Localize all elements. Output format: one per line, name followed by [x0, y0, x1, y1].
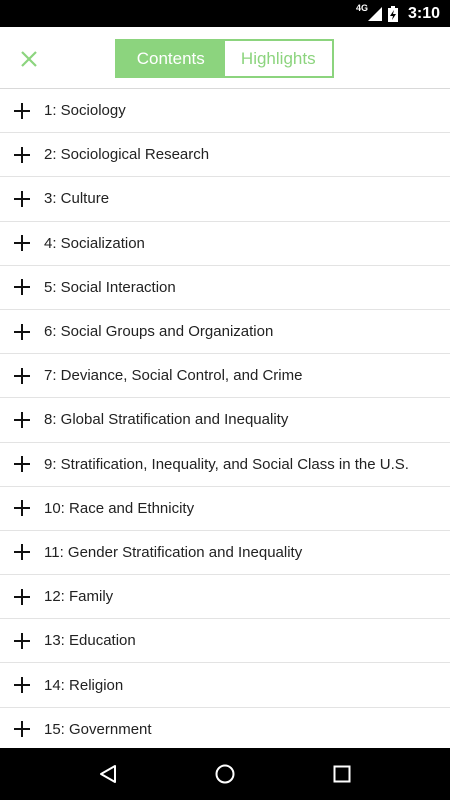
header: Contents Highlights [0, 27, 450, 89]
tab-contents[interactable]: Contents [117, 41, 225, 76]
chapter-row[interactable]: 8: Global Stratification and Inequality [0, 398, 450, 443]
recents-button[interactable] [322, 754, 362, 794]
tab-highlights[interactable]: Highlights [224, 41, 332, 76]
chapter-label: 1: Sociology [44, 102, 126, 120]
clock: 3:10 [407, 4, 440, 22]
back-button[interactable] [88, 754, 128, 794]
view-switcher: Contents Highlights [115, 39, 334, 78]
chapter-row[interactable]: 2: Sociological Research [0, 133, 450, 178]
chapter-row[interactable]: 10: Race and Ethnicity [0, 487, 450, 531]
chapter-label: 12: Family [44, 588, 114, 606]
plus-icon[interactable] [0, 543, 44, 561]
plus-icon[interactable] [0, 676, 44, 694]
plus-icon[interactable] [0, 720, 44, 738]
chapter-row[interactable]: 6: Social Groups and Organization [0, 310, 450, 355]
recents-square-icon [333, 765, 351, 783]
chapter-label: 13: Education [44, 632, 136, 650]
chapter-label: 15: Government [44, 720, 152, 738]
chapter-label: 11: Gender Stratification and Inequality [44, 543, 303, 561]
close-button[interactable] [14, 44, 44, 74]
plus-icon[interactable] [0, 190, 44, 208]
chapter-row[interactable]: 1: Sociology [0, 89, 450, 134]
navigation-bar [0, 748, 450, 800]
chapter-row[interactable]: 14: Religion [0, 663, 450, 708]
plus-icon[interactable] [0, 588, 44, 606]
plus-icon[interactable] [0, 367, 44, 385]
chapter-label: 6: Social Groups and Organization [44, 323, 274, 341]
home-button[interactable] [205, 754, 245, 794]
plus-icon[interactable] [0, 632, 44, 650]
battery-icon [387, 5, 398, 22]
status-bar: 4G 3:10 [0, 0, 450, 27]
home-circle-icon [215, 764, 235, 784]
plus-icon[interactable] [0, 102, 44, 120]
chapter-row[interactable]: 3: Culture [0, 177, 450, 222]
chapter-label: 2: Sociological Research [44, 146, 210, 164]
plus-icon[interactable] [0, 411, 44, 429]
network-type: 4G [355, 2, 368, 13]
plus-icon[interactable] [0, 234, 44, 252]
contents-list: 1: Sociology 2: Sociological Research 3: C… [0, 89, 450, 748]
back-triangle-icon [100, 765, 117, 783]
signal-icon [367, 6, 382, 21]
plus-icon[interactable] [0, 323, 44, 341]
plus-icon[interactable] [0, 146, 44, 164]
chapter-row[interactable]: 4: Socialization [0, 222, 450, 266]
close-icon [21, 51, 37, 67]
plus-icon[interactable] [0, 455, 44, 473]
chapter-label: 14: Religion [44, 676, 124, 694]
chapter-label: 4: Socialization [44, 234, 145, 252]
chapter-row[interactable]: 11: Gender Stratification and Inequality [0, 531, 450, 576]
chapter-row[interactable]: 7: Deviance, Social Control, and Crime [0, 354, 450, 399]
chapter-row[interactable]: 5: Social Interaction [0, 266, 450, 310]
chapter-row[interactable]: 12: Family [0, 575, 450, 620]
plus-icon[interactable] [0, 278, 44, 296]
chapter-label: 3: Culture [44, 190, 110, 208]
chapter-label: 7: Deviance, Social Control, and Crime [44, 367, 303, 385]
chapter-row[interactable]: 15: Government [0, 708, 450, 748]
chapter-row[interactable]: 13: Education [0, 619, 450, 664]
chapter-row[interactable]: 9: Stratification, Inequality, and Socia… [0, 443, 450, 487]
chapter-label: 8: Global Stratification and Inequality [44, 411, 289, 429]
chapter-label: 10: Race and Ethnicity [44, 499, 195, 517]
plus-icon[interactable] [0, 499, 44, 517]
chapter-label: 9: Stratification, Inequality, and Socia… [44, 455, 409, 473]
chapter-label: 5: Social Interaction [44, 278, 176, 296]
